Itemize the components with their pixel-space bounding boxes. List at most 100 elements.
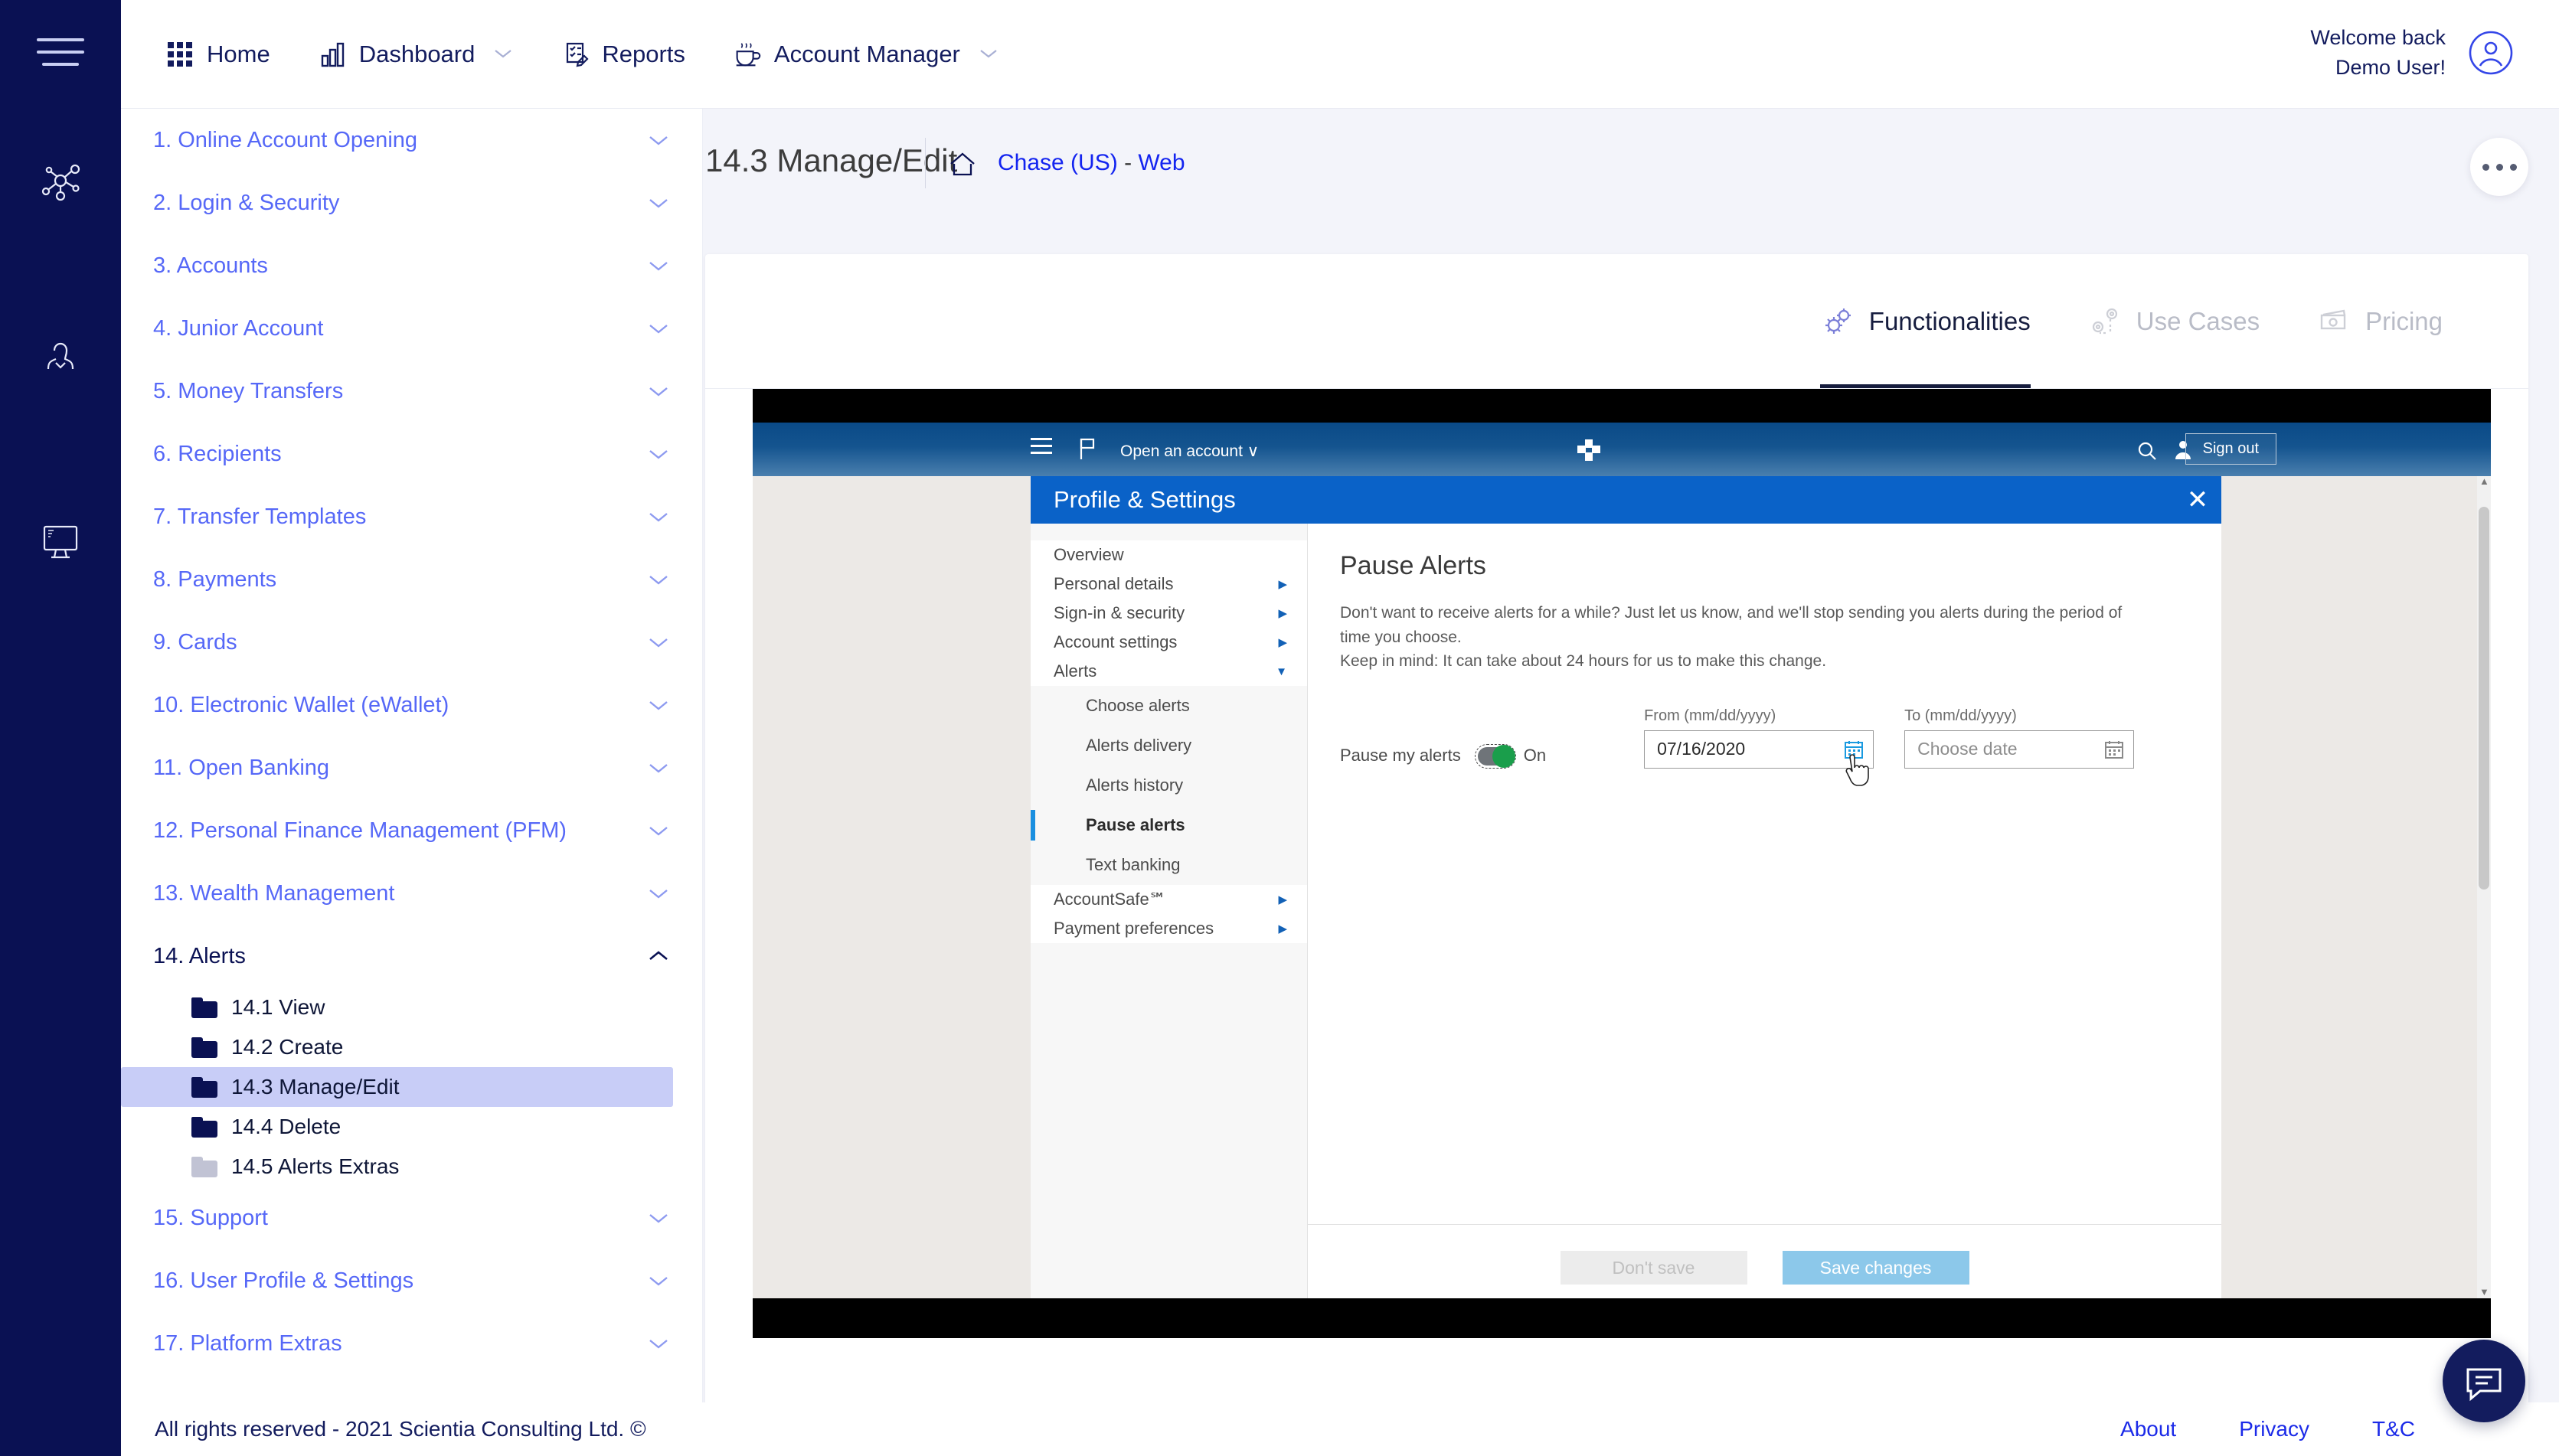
profile-settings-modal: Profile & Settings ✕ Overview Personal de… [1031,476,2221,1298]
category-sidebar[interactable]: 1. Online Account Opening 2. Login & Secu… [121,109,703,1402]
sidebar-subitem-14-3-manage-edit[interactable]: 14.3 Manage/Edit [121,1067,673,1107]
folder-icon [191,997,217,1018]
sidebar-item-14-alerts[interactable]: 14. Alerts [121,925,702,988]
nav-label-reports: Reports [602,40,685,67]
search-icon[interactable] [2136,439,2159,462]
nav-item-account-manager[interactable]: Account Manager [731,38,998,70]
settings-submenu-text-banking[interactable]: Text banking [1031,845,1307,885]
close-x-icon[interactable]: ✕ [2174,476,2221,524]
sidebar-item-7-transfer-templates[interactable]: 7. Transfer Templates [121,485,702,548]
tab-functionalities[interactable]: Functionalities [1820,254,2031,389]
modal-title-bar: Profile & Settings ✕ [1031,476,2221,524]
settings-menu-payment-preferences[interactable]: Payment preferences ▶ [1031,914,1307,943]
chevron-down-icon: ▼ [1276,664,1287,678]
footer-link-tc[interactable]: T&C [2372,1417,2415,1441]
copyright-text: All rights reserved - 2021 Scientia Cons… [155,1417,646,1441]
network-hub-icon[interactable] [36,157,85,206]
chevron-down-icon [647,698,670,712]
to-date-input[interactable]: Choose date [1904,730,2135,769]
footer-link-privacy[interactable]: Privacy [2239,1417,2309,1441]
monitor-screen-icon[interactable] [36,514,85,563]
settings-submenu-alerts-delivery[interactable]: Alerts delivery [1031,726,1307,766]
sidebar-item-label: 9. Cards [153,629,237,655]
nav-item-dashboard[interactable]: Dashboard [316,38,514,70]
pause-my-alerts-label: Pause my alerts [1340,745,1461,765]
sidebar-item-1-online-account-opening[interactable]: 1. Online Account Opening [121,109,702,171]
welcome-line-2: Demo User! [2335,56,2446,80]
sidebar-item-label: 1. Online Account Opening [153,127,418,152]
tab-use-cases[interactable]: Use Cases [2087,254,2260,389]
sidebar-item-12-personal-finance-management-pfm[interactable]: 12. Personal Finance Management (PFM) [121,799,702,862]
settings-submenu-label: Alerts delivery [1086,736,1192,755]
calendar-icon[interactable] [1844,739,1864,759]
breadcrumb-bank[interactable]: Chase (US) [998,150,1118,175]
footer-link-about[interactable]: About [2120,1417,2176,1441]
sidebar-item-9-cards[interactable]: 9. Cards [121,611,702,674]
sidebar-item-4-junior-account[interactable]: 4. Junior Account [121,297,702,360]
settings-menu-alerts[interactable]: Alerts ▼ [1031,657,1307,686]
rail-hamburger-icon[interactable] [37,38,84,72]
scrollbar-thumb[interactable] [2479,507,2489,890]
breadcrumb-channel[interactable]: Web [1138,150,1185,175]
sidebar-item-6-recipients[interactable]: 6. Recipients [121,423,702,485]
dont-save-button[interactable]: Don't save [1560,1251,1747,1285]
chevron-right-icon: ▶ [1278,893,1287,906]
settings-menu-sign-in-security[interactable]: Sign-in & security ▶ [1031,599,1307,628]
settings-submenu-alerts-history[interactable]: Alerts history [1031,766,1307,805]
sidebar-item-2-login-security[interactable]: 2. Login & Security [121,171,702,234]
chevron-down-icon [647,573,670,586]
sidebar-subitem-14-2-create[interactable]: 14.2 Create [121,1027,673,1067]
chase-octagon-logo[interactable] [1574,436,1603,465]
settings-menu-overview[interactable]: Overview [1031,540,1307,570]
tab-pricing[interactable]: Pricing [2316,254,2443,389]
breadcrumb[interactable]: Chase (US) - Web [998,150,1185,176]
sidebar-item-17-platform-extras[interactable]: 17. Platform Extras [121,1312,702,1375]
chevron-down-icon [647,259,670,273]
sidebar-subitem-14-1-view[interactable]: 14.1 View [121,988,673,1027]
calendar-icon[interactable] [2104,739,2124,759]
settings-menu-personal-details[interactable]: Personal details ▶ [1031,570,1307,599]
scroll-down-arrow[interactable]: ▼ [2479,1286,2489,1298]
open-an-account-menu[interactable]: Open an account ∨ [1120,442,1259,461]
chevron-down-icon [647,761,670,775]
settings-submenu-choose-alerts[interactable]: Choose alerts [1031,686,1307,726]
settings-menu-account-settings[interactable]: Account settings ▶ [1031,628,1307,657]
settings-submenu-pause-alerts[interactable]: Pause alerts [1031,805,1307,845]
sidebar-item-5-money-transfers[interactable]: 5. Money Transfers [121,360,702,423]
person-outline-icon[interactable] [36,328,85,377]
tab-label-pricing: Pricing [2365,306,2443,335]
sidebar-item-11-open-banking[interactable]: 11. Open Banking [121,736,702,799]
sign-out-button[interactable]: Sign out [2185,433,2276,465]
settings-side-menu[interactable]: Overview Personal details ▶ Sign-in & secur… [1031,524,1308,1298]
pane-heading: Pause Alerts [1340,551,1486,580]
settings-menu-accountsafe[interactable]: AccountSafe℠ ▶ [1031,885,1307,914]
from-date-input[interactable]: 07/16/2020 [1644,730,1874,786]
bank-hamburger-icon[interactable] [1031,438,1052,459]
sidebar-subitem-14-4-delete[interactable]: 14.4 Delete [121,1107,673,1147]
sidebar-item-16-user-profile-settings[interactable]: 16. User Profile & Settings [121,1249,702,1312]
sidebar-item-3-accounts[interactable]: 3. Accounts [121,234,702,297]
chevron-down-icon [647,1211,670,1225]
flag-icon[interactable] [1077,436,1097,461]
sidebar-item-8-payments[interactable]: 8. Payments [121,548,702,611]
chat-bubble-icon[interactable] [2443,1340,2525,1422]
scroll-up-arrow[interactable]: ▲ [2479,475,2489,487]
screenshot-preview: Open an account ∨ Sign out Profile & Set… [753,389,2491,1338]
sidebar-subitem-14-5-alerts-extras[interactable]: 14.5 Alerts Extras [121,1147,673,1187]
more-options-button[interactable] [2470,138,2528,196]
to-date-placeholder: Choose date [1917,739,2018,759]
preview-letterbox-top [753,389,2491,423]
nav-item-reports[interactable]: Reports [559,38,685,70]
folder-icon [191,1116,217,1138]
pane-description: Don't want to receive alerts for a while… [1340,601,2136,674]
sidebar-item-13-wealth-management[interactable]: 13. Wealth Management [121,862,702,925]
user-circle-icon[interactable] [2467,29,2515,77]
pause-alerts-toggle[interactable] [1474,743,1516,769]
sidebar-item-15-support[interactable]: 15. Support [121,1187,702,1249]
home-icon[interactable] [946,149,979,181]
grid-apps-icon [164,38,196,70]
preview-scrollbar[interactable]: ▲ ▼ [2477,475,2491,1298]
nav-item-home[interactable]: Home [164,38,270,70]
sidebar-item-10-electronic-wallet-ewallet[interactable]: 10. Electronic Wallet (eWallet) [121,674,702,736]
save-changes-button[interactable]: Save changes [1782,1251,1969,1285]
